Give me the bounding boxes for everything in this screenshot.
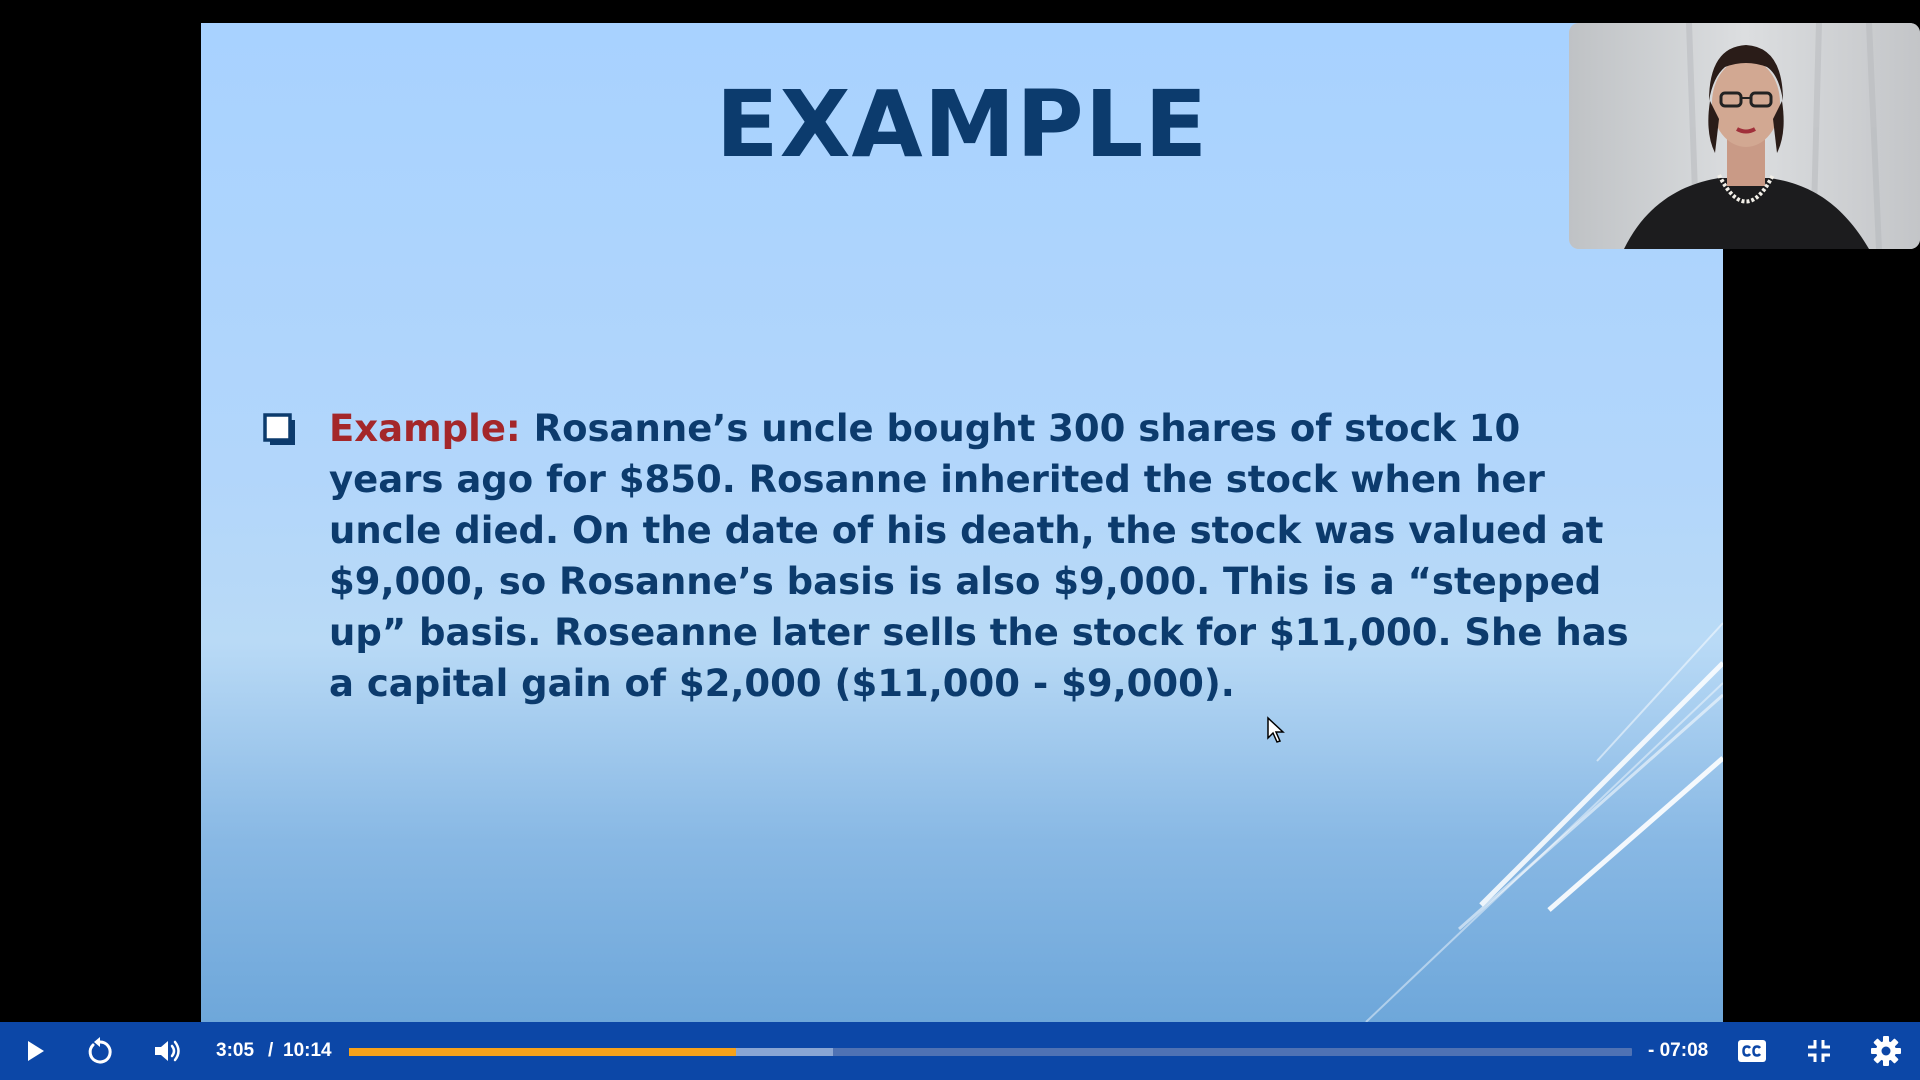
volume-icon	[155, 1040, 180, 1062]
replay-icon	[88, 1037, 112, 1064]
volume-button[interactable]	[147, 1031, 187, 1071]
current-time: 3:05	[216, 1040, 255, 1061]
play-icon	[28, 1041, 44, 1061]
video-player[interactable]: EXAMPLE Example: Rosanne’s uncle bought …	[0, 0, 1920, 1080]
replay-button[interactable]	[80, 1031, 120, 1071]
settings-button[interactable]	[1866, 1031, 1906, 1071]
presentation-slide: EXAMPLE Example: Rosanne’s uncle bought …	[201, 23, 1723, 1022]
progress-bar[interactable]	[349, 1048, 1632, 1056]
presenter-webcam[interactable]	[1569, 23, 1920, 249]
closed-captions-icon	[1738, 1040, 1766, 1062]
exit-fullscreen-icon	[1808, 1040, 1830, 1062]
presenter-video-icon	[1569, 23, 1920, 249]
time-separator: /	[268, 1040, 274, 1061]
progress-played	[349, 1048, 736, 1056]
exit-fullscreen-button[interactable]	[1799, 1031, 1839, 1071]
play-button[interactable]	[14, 1031, 54, 1071]
mouse-cursor-icon	[1267, 716, 1285, 743]
total-duration: 10:14	[283, 1040, 332, 1061]
decorative-diagonal-lines	[1365, 622, 1723, 1022]
gear-icon	[1871, 1036, 1901, 1066]
remaining-time: - 07:08	[1648, 1040, 1709, 1061]
captions-button[interactable]	[1732, 1031, 1772, 1071]
